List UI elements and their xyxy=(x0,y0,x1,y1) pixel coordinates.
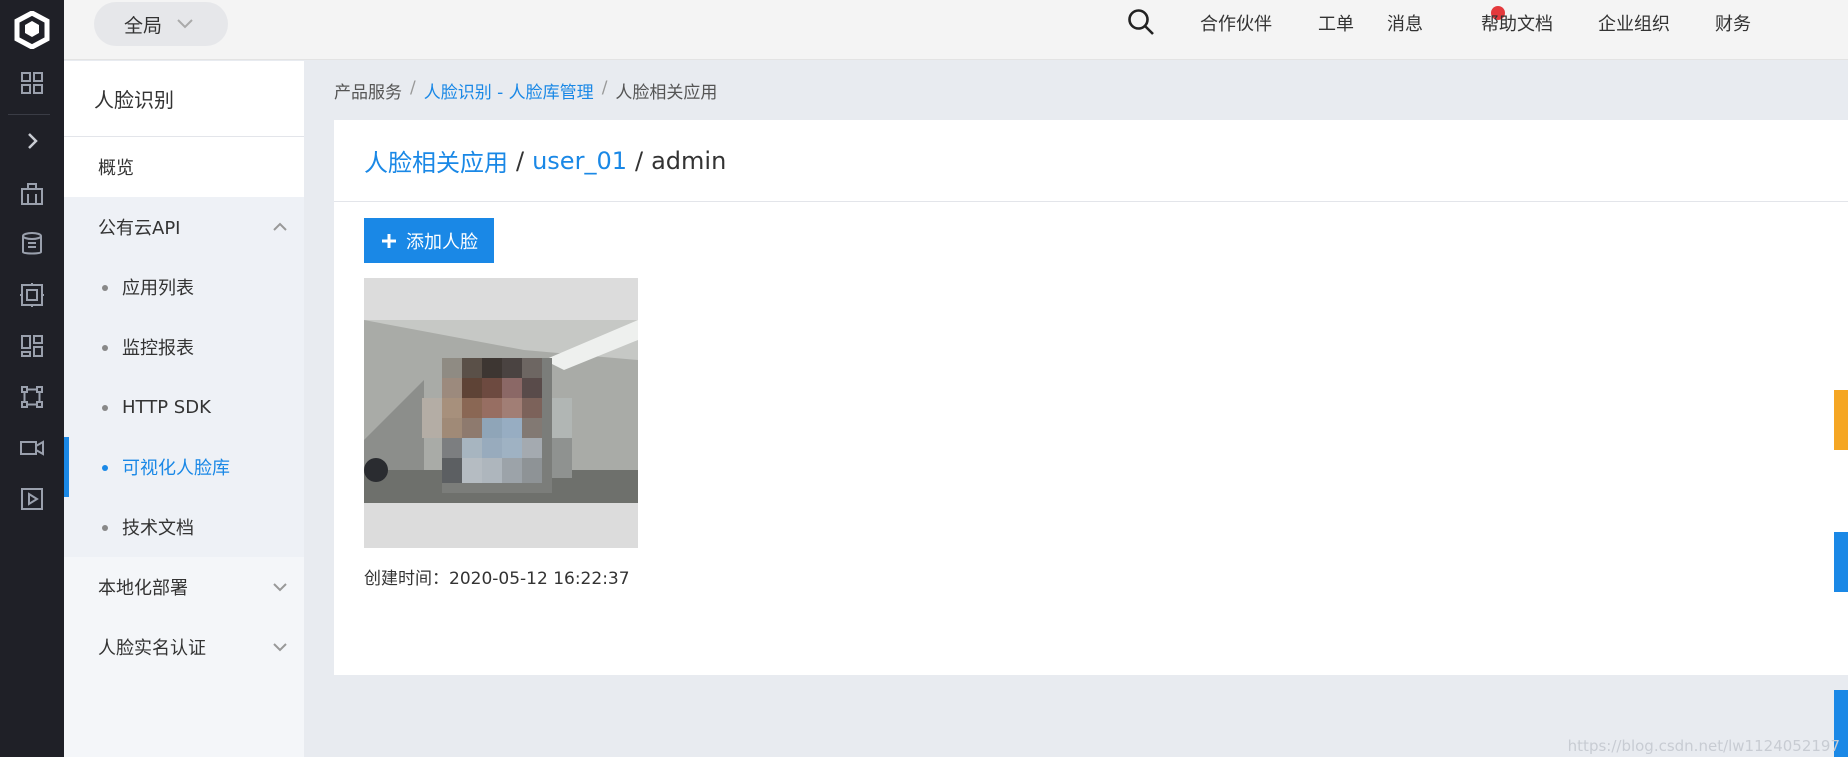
add-face-label: 添加人脸 xyxy=(406,231,478,252)
bullet-icon xyxy=(102,465,108,471)
title-separator: / xyxy=(516,146,525,175)
chevron-up-icon xyxy=(273,222,287,231)
nav-partners[interactable]: 合作伙伴 xyxy=(1200,10,1272,36)
breadcrumb-root[interactable]: 产品服务 xyxy=(334,78,402,103)
nav-public-api-label: 公有云API xyxy=(98,218,181,239)
watermark: https://blog.csdn.net/lw1124052197 xyxy=(1567,737,1840,755)
nav-visual-face-library-label: 可视化人脸库 xyxy=(122,458,230,479)
nav-local-deploy-label: 本地化部署 xyxy=(98,578,188,599)
nav-overview-label: 概览 xyxy=(98,158,134,179)
nav-help-docs[interactable]: 帮助文档 xyxy=(1481,10,1553,36)
created-label: 创建时间： xyxy=(364,569,449,589)
nav-realname-auth[interactable]: 人脸实名认证 xyxy=(64,617,304,677)
group-link[interactable]: user_01 xyxy=(532,147,627,175)
plus-icon xyxy=(382,233,396,248)
nav-finance[interactable]: 财务 xyxy=(1715,10,1751,36)
play-icon[interactable] xyxy=(0,469,64,529)
nav-http-sdk-label: HTTP SDK xyxy=(122,396,211,418)
bullet-icon xyxy=(102,345,108,351)
active-indicator xyxy=(64,437,69,497)
breadcrumb: 产品服务 / 人脸识别 - 人脸库管理 / 人脸相关应用 xyxy=(334,78,717,103)
title-separator: / xyxy=(634,146,644,175)
chevron-down-icon xyxy=(273,643,287,652)
chevron-down-icon xyxy=(273,583,287,592)
nav-visual-face-library[interactable]: 可视化人脸库 xyxy=(64,437,304,497)
main-panel: 人脸相关应用 / user_01 / admin 添加人脸 创建时间：2020-… xyxy=(334,120,1848,675)
bullet-icon xyxy=(102,285,108,291)
page-title: 人脸相关应用 / user_01 / admin xyxy=(334,120,1848,202)
nav-tech-docs-label: 技术文档 xyxy=(122,518,194,539)
nav-realname-auth-label: 人脸实名认证 xyxy=(98,638,206,659)
created-value: 2020-05-12 16:22:37 xyxy=(449,569,630,589)
nav-public-api[interactable]: 公有云API xyxy=(64,197,304,257)
nav-monitor-report[interactable]: 监控报表 xyxy=(64,317,304,377)
face-card[interactable] xyxy=(364,278,638,548)
breadcrumb-face-library-link[interactable]: 人脸识别 - 人脸库管理 xyxy=(424,78,594,103)
product-title: 人脸识别 xyxy=(64,61,304,137)
icon-sidebar xyxy=(0,0,64,757)
nav-app-list-label: 应用列表 xyxy=(122,278,194,299)
scope-label: 全局 xyxy=(124,14,163,37)
nav-app-list[interactable]: 应用列表 xyxy=(64,257,304,317)
breadcrumb-separator: / xyxy=(601,78,608,98)
bullet-icon xyxy=(102,405,108,411)
nav-tickets[interactable]: 工单 xyxy=(1318,10,1354,36)
nav-tech-docs[interactable]: 技术文档 xyxy=(64,497,304,557)
scope-selector[interactable]: 全局 xyxy=(94,2,228,46)
side-navigation: 人脸识别 概览 公有云API 应用列表 监控报表 HTTP SDK 可视化人脸库… xyxy=(64,61,304,757)
chevron-right-icon[interactable] xyxy=(0,111,64,171)
nav-local-deploy[interactable]: 本地化部署 xyxy=(64,557,304,617)
right-edge-tab-orange[interactable] xyxy=(1834,390,1848,450)
created-time: 创建时间：2020-05-12 16:22:37 xyxy=(364,564,630,589)
nav-organization[interactable]: 企业组织 xyxy=(1598,10,1670,36)
top-bar: 全局 合作伙伴 工单 消息 帮助文档 企业组织 财务 L xyxy=(64,0,1848,60)
nav-overview[interactable]: 概览 xyxy=(64,137,304,197)
breadcrumb-separator: / xyxy=(410,78,416,98)
chevron-down-icon xyxy=(177,19,193,29)
add-face-button[interactable]: 添加人脸 xyxy=(364,218,494,263)
user-id: admin xyxy=(651,146,727,175)
face-photo xyxy=(364,320,638,503)
bullet-icon xyxy=(102,525,108,531)
nav-monitor-report-label: 监控报表 xyxy=(122,338,194,359)
search-icon[interactable] xyxy=(1126,7,1156,37)
right-edge-tab-blue[interactable] xyxy=(1834,532,1848,592)
app-link[interactable]: 人脸相关应用 xyxy=(364,143,508,178)
breadcrumb-current: 人脸相关应用 xyxy=(615,83,718,103)
nav-messages[interactable]: 消息 xyxy=(1387,10,1423,36)
nav-http-sdk[interactable]: HTTP SDK xyxy=(64,377,304,437)
apps-grid-icon[interactable] xyxy=(0,53,64,113)
logo-icon[interactable] xyxy=(0,0,64,60)
